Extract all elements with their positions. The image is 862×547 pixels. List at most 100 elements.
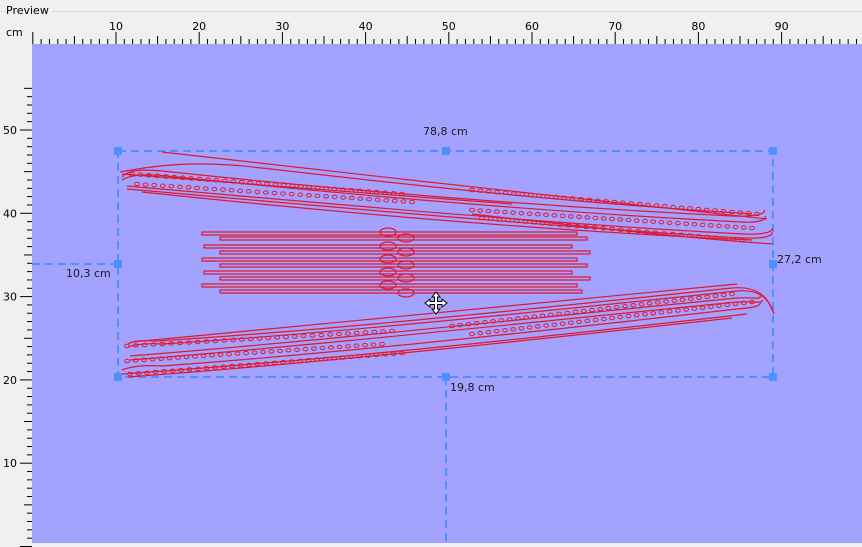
perforation-dot (211, 186, 218, 192)
strip-oval (379, 254, 397, 264)
perforation-dot (234, 351, 241, 356)
ruler-label: 20 (3, 374, 17, 387)
perforation-dot (194, 185, 201, 191)
perforation-dot (534, 324, 541, 329)
middle-strip (219, 236, 588, 241)
perforation-dot (642, 312, 648, 317)
perforation-dot (400, 199, 407, 204)
perforation-dot (344, 331, 351, 336)
perforation-dot (309, 333, 316, 338)
perforation-dot (617, 314, 624, 320)
perforation-dot (724, 224, 731, 229)
perforation-dot (646, 301, 653, 306)
ruler-label: 80 (691, 20, 705, 33)
perforation-dot (362, 330, 369, 335)
perforation-dot (477, 330, 484, 336)
perforation-dot (724, 302, 731, 308)
ruler-label: 10 (109, 20, 123, 33)
handle-top-mid (442, 147, 450, 155)
perforation-dot (366, 196, 372, 202)
perforation-dot (271, 190, 278, 196)
handle-mid-left (114, 260, 122, 268)
perforation-dot (263, 190, 269, 195)
perforation-dot (716, 223, 722, 229)
perforation-dot (300, 333, 307, 339)
perforation-dot (362, 342, 368, 348)
left-offset-label: 10,3 cm (66, 267, 111, 280)
ruler-label: 50 (3, 124, 17, 137)
perforation-dot (202, 186, 209, 191)
perforation-dot (683, 307, 690, 312)
handle-bottom-right (769, 373, 777, 381)
strip-oval (379, 241, 397, 251)
perforation-dot (642, 218, 648, 224)
move-cursor-icon (424, 291, 448, 315)
bottom-border (32, 543, 862, 547)
perforation-dot (650, 311, 657, 316)
middle-strips (201, 227, 591, 298)
perforation-dot (716, 303, 722, 308)
perforation-dot (297, 192, 304, 197)
strip-oval (379, 267, 397, 277)
perforation-dot (192, 354, 198, 359)
perforation-dot (740, 225, 747, 230)
perforation-dot (518, 210, 525, 216)
perforation-dot (605, 305, 612, 311)
perforation-dot (622, 304, 628, 309)
perforation-dot (177, 184, 183, 190)
perforation-dot (547, 312, 554, 317)
perforation-dot (485, 208, 492, 214)
ruler-label: 90 (775, 20, 789, 33)
perforation-dot (584, 215, 591, 220)
ruler-label: 20 (192, 20, 206, 33)
ruler-label: 50 (442, 20, 456, 33)
perforation-dot (374, 197, 381, 202)
middle-strip (201, 257, 578, 262)
perforation-dot (353, 343, 360, 348)
ruler-label: 30 (3, 291, 17, 304)
horizontal-ruler: 10 20 30 40 50 60 70 80 90 (32, 20, 857, 44)
perforation-dot (285, 348, 292, 353)
perforation-dot (336, 344, 343, 350)
perforation-dot (336, 331, 342, 337)
perforation-dot (592, 215, 599, 221)
strip-oval (397, 247, 415, 257)
perforation-dot (323, 194, 329, 199)
perforation-dot (493, 209, 500, 214)
perforation-dot (671, 298, 678, 303)
perforation-dot (243, 350, 249, 356)
perforation-dot (185, 185, 192, 190)
perforation-dot (707, 304, 714, 309)
perforation-dot (280, 191, 286, 196)
ruler-label: 10 (3, 457, 17, 470)
perforation-dot (134, 181, 140, 187)
perforation-dot (617, 217, 624, 222)
perforation-dot (288, 191, 295, 197)
perforation-dot (597, 306, 604, 312)
perforation-dot (302, 346, 309, 352)
perforation-dot (260, 349, 266, 355)
perforation-dot (749, 225, 755, 231)
perforation-dot (502, 328, 508, 333)
perforation-dot (493, 328, 500, 334)
perforation-dot (559, 321, 566, 326)
ruler-label: 70 (608, 20, 622, 33)
perforation-dot (543, 212, 550, 217)
perforation-dot (340, 195, 347, 200)
perforation-dot (543, 323, 550, 328)
perforation-dot (526, 211, 533, 216)
perforation-dot (633, 312, 640, 318)
perforation-dot (683, 221, 690, 226)
perforation-dot (633, 218, 640, 223)
perforation-dot (469, 331, 475, 337)
perforation-dot (291, 334, 298, 339)
middle-strip (219, 263, 588, 268)
perforation-dot (371, 329, 378, 335)
perforation-dot (712, 293, 719, 299)
perforation-dot (311, 346, 317, 351)
ruler-label: 60 (525, 20, 539, 33)
perforation-dot (654, 300, 661, 305)
perforation-dot (510, 327, 517, 332)
perforation-dot (345, 344, 351, 349)
perforation-dot (370, 342, 377, 347)
